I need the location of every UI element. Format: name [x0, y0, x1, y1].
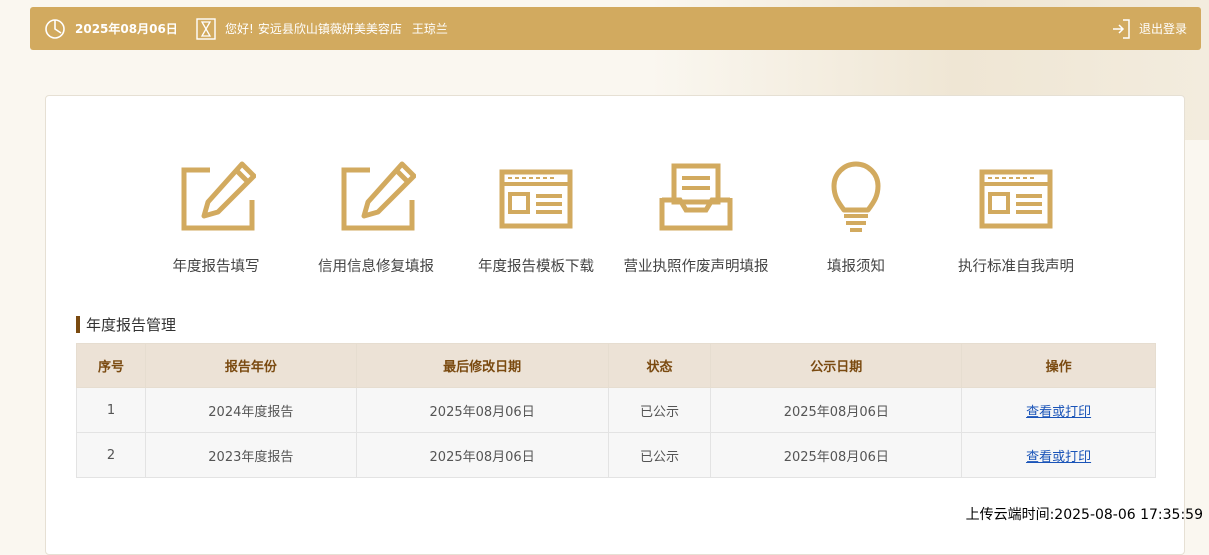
cell-published: 2025年08月06日 — [710, 432, 963, 478]
template-icon — [496, 158, 576, 238]
table-row: 1 2024年度报告 2025年08月06日 已公示 2025年08月06日 查… — [76, 387, 1156, 433]
view-print-link[interactable]: 查看或打印 — [1026, 450, 1091, 465]
col-header-status: 状态 — [607, 343, 712, 388]
edit-icon — [336, 158, 417, 238]
nav-label: 填报须知 — [827, 259, 885, 275]
section-title: 年度报告管理 — [76, 314, 176, 334]
cell-published: 2025年08月06日 — [710, 387, 963, 433]
table-header-row: 序号 报告年份 最后修改日期 状态 公示日期 操作 — [76, 343, 1156, 388]
col-header-modified: 最后修改日期 — [355, 343, 609, 388]
view-print-link[interactable]: 查看或打印 — [1026, 405, 1091, 420]
upload-time: 上传云端时间:2025-08-06 17:35:59 — [965, 507, 1203, 523]
nav-annual-report-fill[interactable]: 年度报告填写 — [136, 158, 296, 278]
current-date: 2025年08月06日 — [75, 22, 178, 36]
cell-year: 2023年度报告 — [144, 432, 357, 478]
cell-modified: 2025年08月06日 — [355, 432, 609, 478]
nav-label: 信用信息修复填报 — [318, 259, 434, 275]
cell-modified: 2025年08月06日 — [355, 387, 609, 433]
col-header-action: 操作 — [961, 343, 1156, 388]
col-header-published: 公示日期 — [710, 343, 963, 388]
user-name: 王琼兰 — [411, 22, 448, 36]
title-bar-marker — [76, 315, 80, 333]
edit-icon — [176, 158, 257, 238]
cell-status: 已公示 — [607, 432, 712, 478]
template-icon — [976, 158, 1056, 238]
main-panel: 年度报告填写 信用信息修复填报 年度报告模板下载 营业执照作废声明填报 填报须知… — [45, 95, 1185, 555]
top-bar: 2025年08月06日 您好! 安远县欣山镇薇妍美美容店 王琼兰 退出登录 — [30, 7, 1201, 50]
col-header-index: 序号 — [76, 343, 146, 388]
user-info: 您好! 安远县欣山镇薇妍美美容店 王琼兰 — [196, 7, 448, 50]
nav-credit-repair[interactable]: 信用信息修复填报 — [296, 158, 456, 278]
cell-action: 查看或打印 — [961, 432, 1156, 478]
nav-label: 执行标准自我声明 — [958, 259, 1074, 275]
nav-label: 年度报告填写 — [172, 259, 260, 275]
clock-icon — [44, 18, 66, 40]
cell-year: 2024年度报告 — [144, 387, 357, 433]
logout-label: 退出登录 — [1138, 22, 1187, 36]
hourglass-icon — [196, 17, 216, 40]
inbox-icon — [656, 158, 736, 238]
col-header-year: 报告年份 — [144, 343, 357, 388]
nav-filing-notice[interactable]: 填报须知 — [776, 158, 936, 278]
greeting-text: 您好! — [225, 22, 254, 36]
cell-status: 已公示 — [607, 387, 712, 433]
annual-report-table: 序号 报告年份 最后修改日期 状态 公示日期 操作 1 2024年度报告 202… — [76, 343, 1156, 478]
nav-label: 营业执照作废声明填报 — [623, 259, 769, 275]
cell-index: 1 — [76, 387, 146, 433]
logout-button[interactable]: 退出登录 — [1111, 7, 1187, 50]
lightbulb-icon — [816, 158, 896, 238]
nav-standard-declaration[interactable]: 执行标准自我声明 — [936, 158, 1096, 278]
date-display: 2025年08月06日 — [44, 7, 178, 50]
nav-template-download[interactable]: 年度报告模板下载 — [456, 158, 616, 278]
cell-action: 查看或打印 — [961, 387, 1156, 433]
logout-icon — [1111, 18, 1131, 40]
nav-license-void-declaration[interactable]: 营业执照作废声明填报 — [616, 158, 776, 278]
nav-label: 年度报告模板下载 — [478, 259, 594, 275]
shop-name: 安远县欣山镇薇妍美美容店 — [257, 22, 402, 36]
cell-index: 2 — [76, 432, 146, 478]
function-nav: 年度报告填写 信用信息修复填报 年度报告模板下载 营业执照作废声明填报 填报须知… — [136, 158, 1096, 278]
section-title-text: 年度报告管理 — [86, 315, 177, 334]
table-row: 2 2023年度报告 2025年08月06日 已公示 2025年08月06日 查… — [76, 432, 1156, 478]
